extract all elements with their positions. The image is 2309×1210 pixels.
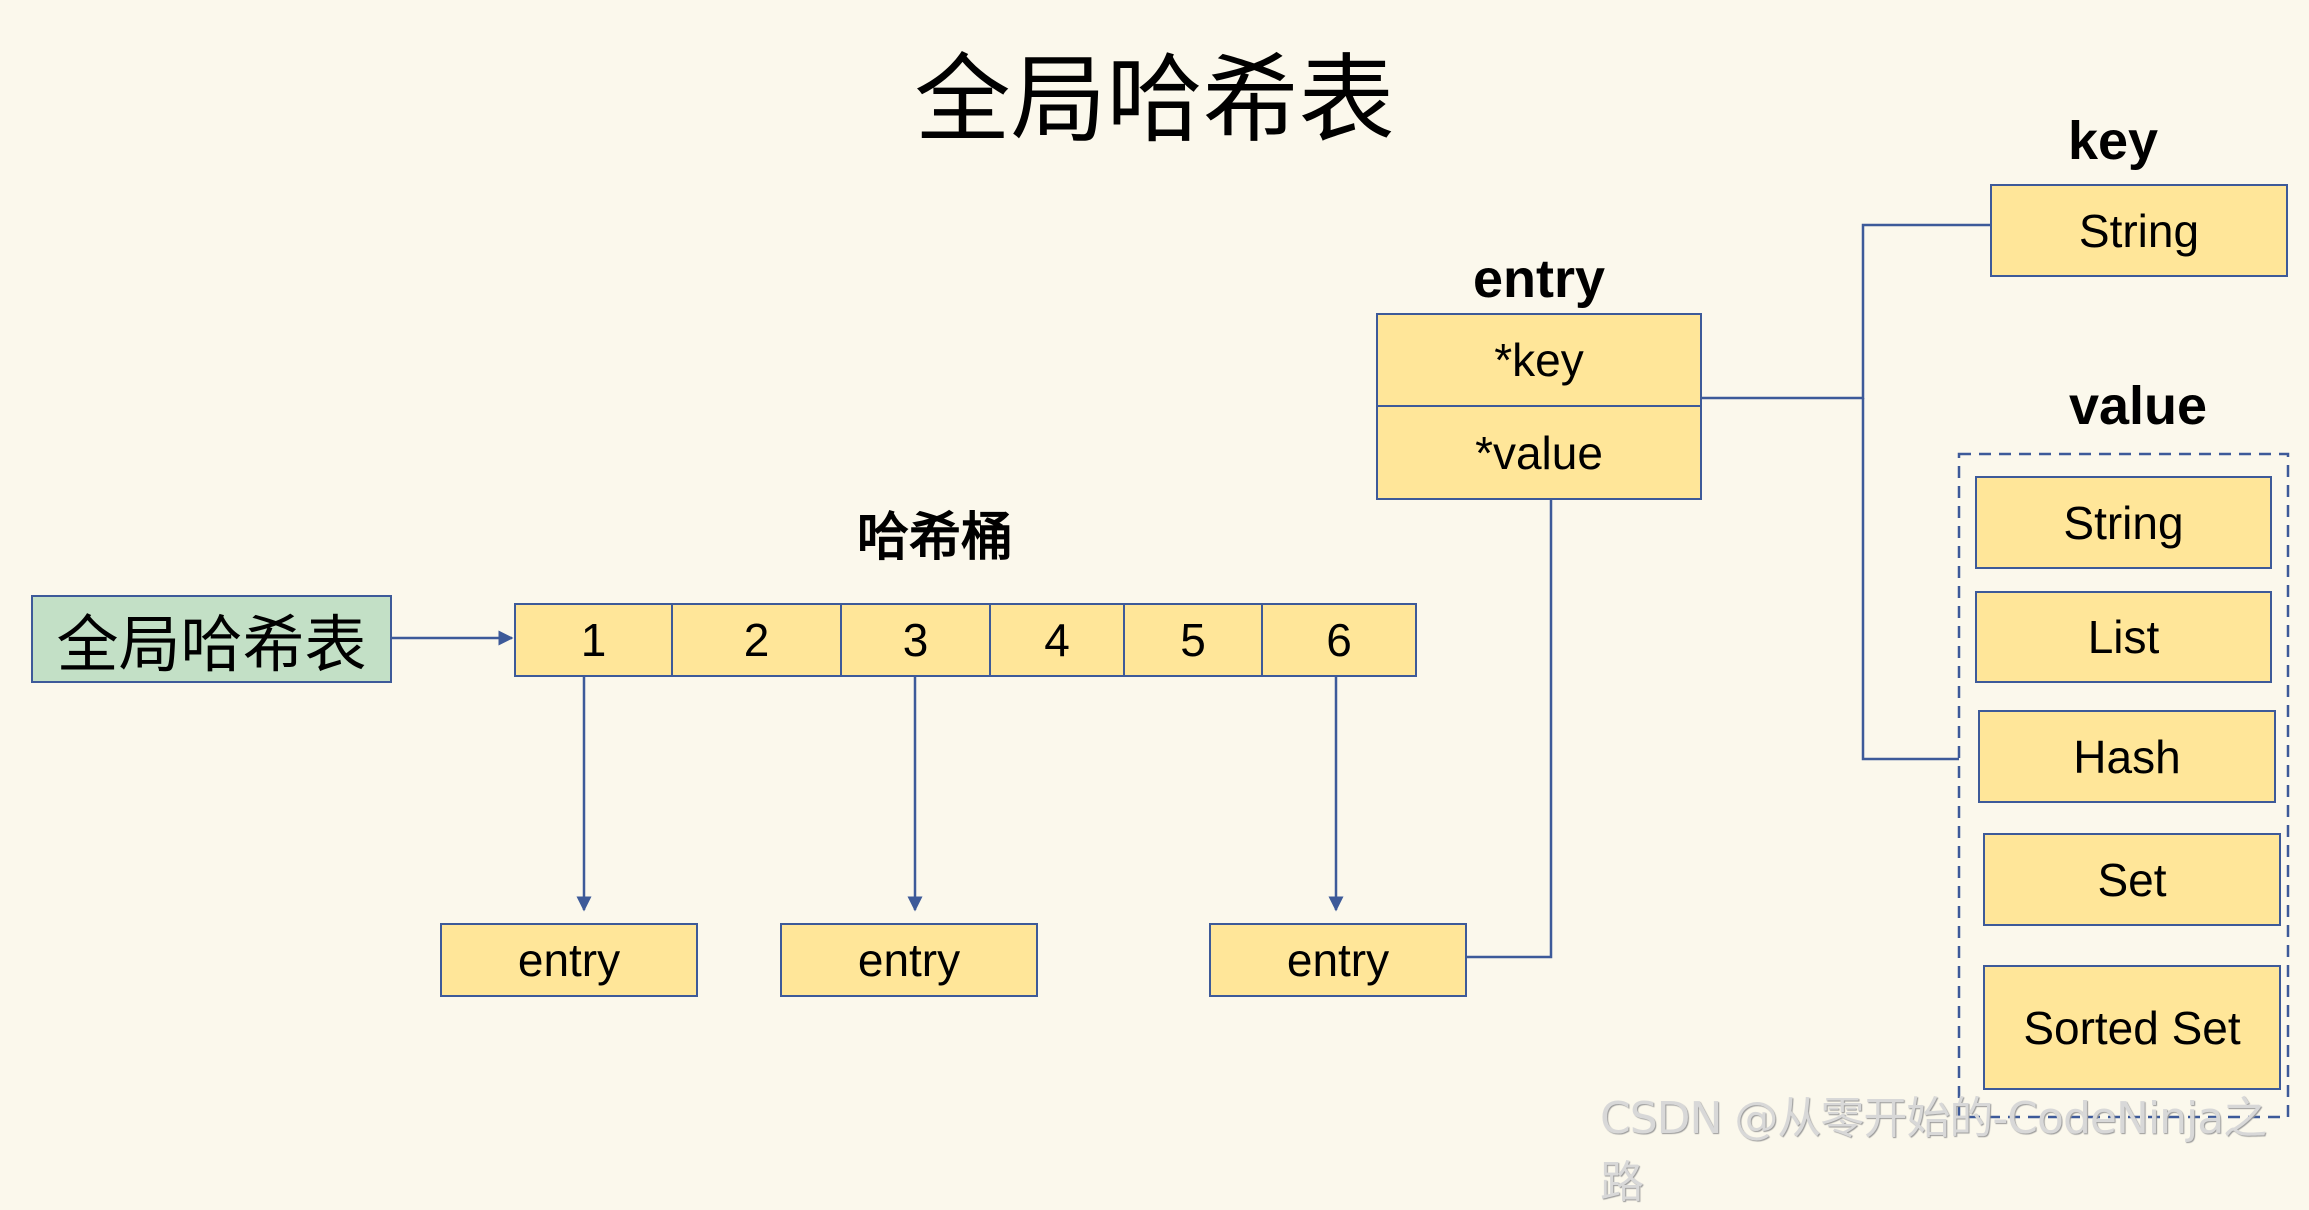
key-label: key	[2067, 111, 2159, 171]
entry-box: entry	[780, 923, 1038, 997]
bucket-cell: 3	[842, 605, 991, 675]
bucket-cell: 5	[1125, 605, 1263, 675]
bucket-cell: 4	[991, 605, 1125, 675]
buckets-label: 哈希桶	[856, 508, 1013, 568]
bucket-cell: 6	[1326, 614, 1352, 666]
value-type-list: List	[1975, 591, 2272, 683]
entry-value-field: *value	[1376, 405, 1702, 500]
key-type-string: String	[1990, 184, 2288, 277]
entry-key-field: *key	[1376, 313, 1702, 407]
global-hash-table-box: 全局哈希表	[31, 595, 392, 683]
bucket-cell: 2	[673, 605, 842, 675]
entry-box: entry	[1209, 923, 1467, 997]
bucket-cell: 1	[516, 605, 673, 675]
line-entry-to-struct	[1467, 500, 1553, 959]
value-type-set: Set	[1983, 833, 2281, 926]
value-type-sorted-set: Sorted Set	[1983, 965, 2281, 1090]
line-struct-to-key	[1702, 223, 1990, 400]
entry-box: entry	[440, 923, 698, 997]
line-struct-to-value	[1861, 398, 1959, 761]
value-type-string: String	[1975, 476, 2272, 569]
value-label: value	[2068, 376, 2208, 436]
watermark: CSDN @从零开始的-CodeNinja之路	[1600, 1093, 2267, 1208]
value-type-hash: Hash	[1978, 710, 2276, 803]
hash-bucket-array: 1 2 3 4 5 6	[514, 603, 1417, 677]
entry-struct-label: entry	[1472, 249, 1606, 309]
